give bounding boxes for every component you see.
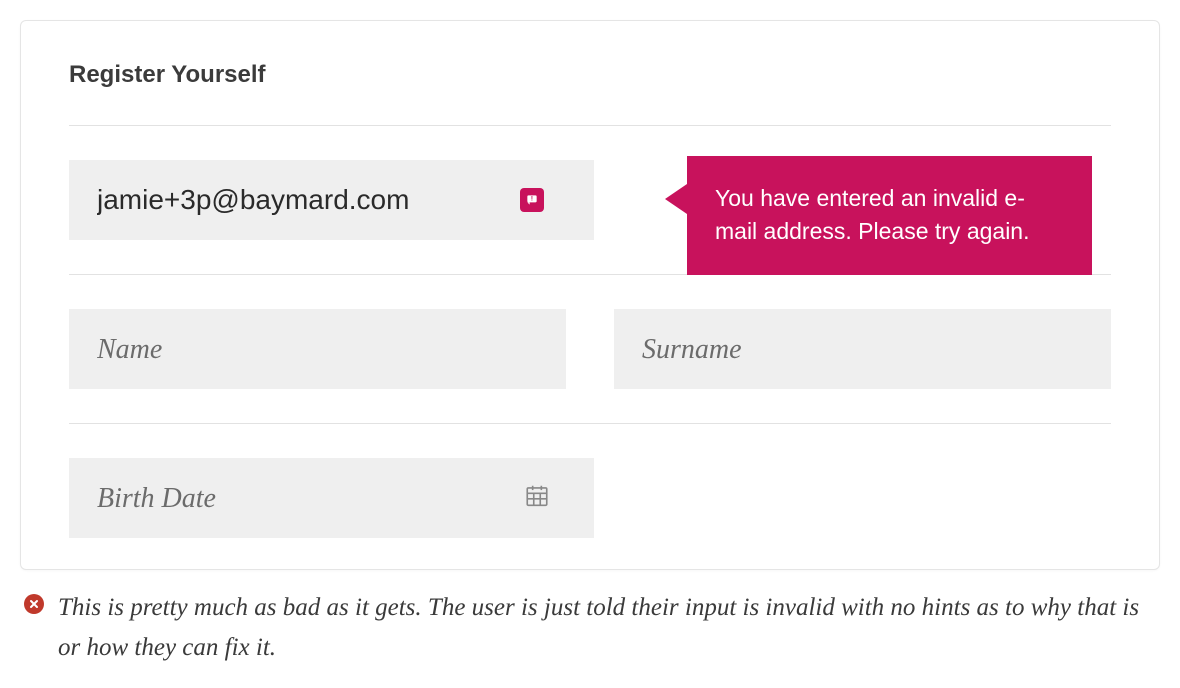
birthdate-field-wrap [69, 458, 594, 538]
birthdate-row [69, 424, 1111, 570]
error-tooltip: You have entered an invalid e-mail addre… [687, 156, 1092, 275]
email-field[interactable] [69, 160, 594, 240]
caption-text: This is pretty much as bad as it gets. T… [58, 588, 1156, 668]
error-icon: ! [520, 188, 544, 212]
calendar-icon[interactable] [524, 483, 550, 514]
registration-form-card: Register Yourself ! You have entered an … [20, 20, 1160, 570]
surname-field[interactable] [614, 309, 1111, 389]
name-field-wrap [69, 309, 566, 389]
email-field-wrap: ! [69, 160, 594, 240]
form-title: Register Yourself [69, 61, 1111, 89]
birthdate-field[interactable] [69, 458, 594, 538]
error-tooltip-text: You have entered an invalid e-mail addre… [715, 185, 1030, 244]
close-icon [24, 594, 44, 614]
name-field[interactable] [69, 309, 566, 389]
name-row [69, 275, 1111, 423]
surname-field-wrap [614, 309, 1111, 389]
svg-text:!: ! [531, 196, 533, 203]
caption-row: This is pretty much as bad as it gets. T… [20, 588, 1160, 668]
email-row: ! You have entered an invalid e-mail add… [69, 126, 1111, 274]
